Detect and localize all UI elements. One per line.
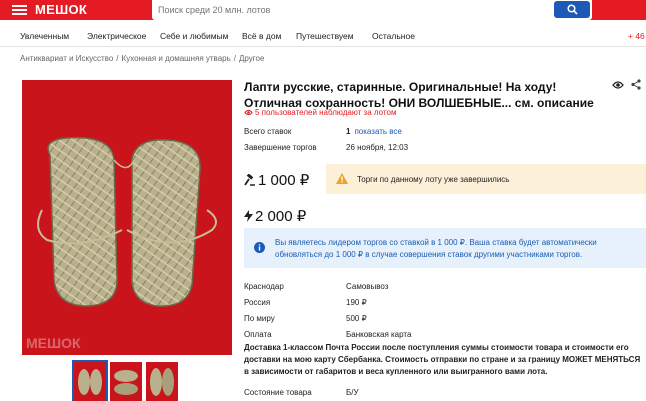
top-bar: МЕШОК	[0, 0, 646, 20]
thumbnail[interactable]	[72, 360, 108, 401]
breadcrumb-item[interactable]: Антиквариат и Искусство	[20, 54, 113, 63]
auction-hammer-icon	[244, 173, 255, 186]
bast-shoes-image	[37, 136, 217, 307]
bids-value: 1 показать все	[346, 127, 402, 136]
auction-ended-alert: Торги по данному лоту уже завершились	[326, 164, 646, 194]
watermark: МЕШОК	[26, 335, 81, 351]
auction-ended-text: Торги по данному лоту уже завершились	[357, 175, 510, 184]
bids-label: Всего ставок	[244, 127, 292, 136]
leader-info-text: Вы являетесь лидером торгов со ставкой в…	[275, 238, 597, 259]
breadcrumb-item[interactable]: Другое	[239, 54, 264, 63]
menu-icon[interactable]	[12, 5, 27, 15]
search-button[interactable]	[554, 1, 590, 18]
shipping-russia-label: Россия	[244, 298, 271, 307]
thumbnail[interactable]	[110, 362, 142, 401]
watchers-info: 5 пользователей наблюдают за лотом	[244, 108, 396, 117]
buy-now-price: 2 000 ₽	[244, 207, 306, 225]
condition-label: Состояние товара	[244, 388, 312, 397]
nav-item-hobby[interactable]: Увлеченным	[20, 31, 69, 41]
watchers-text: 5 пользователей наблюдают за лотом	[255, 108, 397, 117]
share-icon[interactable]	[631, 79, 641, 90]
nav-more[interactable]: + 46	[628, 31, 645, 41]
lot-photo[interactable]: МЕШОК	[22, 80, 232, 355]
payment-label: Оплата	[244, 330, 272, 339]
search-icon	[567, 4, 578, 15]
show-all-bids-link[interactable]: показать все	[354, 127, 401, 136]
shipping-russia-value: 190 ₽	[346, 298, 367, 307]
category-nav: Увлеченным Электрическое Себе и любимым …	[0, 25, 646, 47]
lightning-icon	[244, 210, 253, 222]
lot-title: Лапти русские, старинные. Оригинальные! …	[244, 80, 594, 110]
shipping-city-label: Краснодар	[244, 282, 284, 291]
search-box	[152, 0, 592, 20]
current-price-value: 1 000 ₽	[258, 172, 310, 189]
eye-icon[interactable]	[612, 80, 624, 90]
nav-item-home[interactable]: Всё в дом	[242, 31, 281, 41]
condition-value: Б/У	[346, 388, 359, 397]
nav-item-electric[interactable]: Электрическое	[87, 31, 146, 41]
shipping-city-value: Самовывоз	[346, 282, 389, 291]
breadcrumb-item[interactable]: Кухонная и домашняя утварь	[122, 54, 231, 63]
shipping-world-label: По миру	[244, 314, 275, 323]
buy-now-price-value: 2 000 ₽	[255, 208, 307, 225]
info-icon	[254, 242, 265, 253]
leader-info-alert: Вы являетесь лидером торгов со ставкой в…	[244, 228, 646, 268]
site-logo[interactable]: МЕШОК	[35, 2, 87, 17]
bids-count: 1	[346, 127, 351, 136]
delivery-description: Доставка 1-классом Почта России после по…	[244, 343, 641, 376]
thumbnail[interactable]	[146, 362, 178, 401]
nav-item-other[interactable]: Остальное	[372, 31, 415, 41]
current-price: 1 000 ₽	[244, 171, 309, 189]
nav-item-self[interactable]: Себе и любимым	[160, 31, 229, 41]
end-label: Завершение торгов	[244, 143, 317, 152]
payment-value: Банковская карта	[346, 330, 412, 339]
eye-icon	[244, 109, 253, 116]
end-value: 26 ноября, 12:03	[346, 143, 409, 152]
breadcrumb: Антиквариат и Искусство / Кухонная и домаш…	[20, 54, 265, 63]
shipping-world-value: 500 ₽	[346, 314, 367, 323]
warning-icon	[336, 173, 348, 184]
nav-item-travel[interactable]: Путешествуем	[296, 31, 354, 41]
search-input[interactable]	[158, 3, 538, 17]
